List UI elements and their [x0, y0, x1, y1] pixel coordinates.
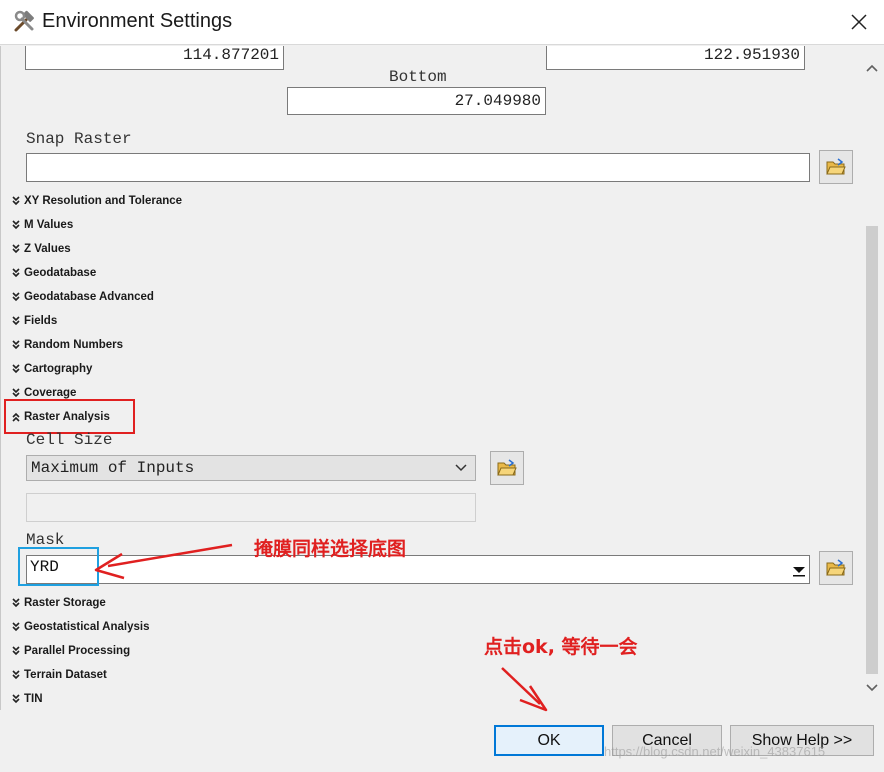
- extent-left-field[interactable]: 114.877201: [25, 46, 284, 70]
- section-tin[interactable]: TIN: [11, 689, 43, 709]
- section-label: Random Numbers: [24, 339, 124, 351]
- section-label: XY Resolution and Tolerance: [24, 195, 183, 207]
- cell-size-label: Cell Size: [26, 431, 113, 449]
- cell-size-value: Maximum of Inputs: [31, 459, 195, 477]
- section-label: Coverage: [24, 387, 77, 399]
- chevron-down-icon: [12, 694, 20, 704]
- snap-raster-label: Snap Raster: [26, 130, 132, 148]
- watermark: https://blog.csdn.net/weixin_43837615: [604, 744, 826, 759]
- section-geodatabase-advanced[interactable]: Geodatabase Advanced: [11, 287, 154, 307]
- hammer-wrench-icon: [14, 10, 34, 32]
- mask-annotation: 掩膜同样选择底图: [254, 538, 407, 560]
- section-label: Geodatabase: [24, 267, 97, 279]
- section-label: Fields: [24, 315, 58, 327]
- chevron-down-icon: [12, 598, 20, 608]
- ok-annotation: 点击ok, 等待一会: [484, 636, 638, 658]
- section-geostatistical-analysis[interactable]: Geostatistical Analysis: [11, 617, 150, 637]
- section-cartography[interactable]: Cartography: [11, 359, 92, 379]
- close-button[interactable]: [842, 6, 876, 38]
- title-bar: Environment Settings: [0, 0, 884, 45]
- bottom-label: Bottom: [389, 68, 447, 86]
- snap-raster-input[interactable]: [26, 153, 810, 182]
- chevron-down-icon: [12, 268, 20, 278]
- section-label: Raster Storage: [24, 597, 106, 609]
- chevron-down-icon: [12, 292, 20, 302]
- ok-button[interactable]: OK: [494, 725, 604, 756]
- mask-browse-button[interactable]: [819, 551, 853, 585]
- chevron-down-icon: [12, 388, 20, 398]
- window-title: Environment Settings: [42, 10, 233, 32]
- section-fields[interactable]: Fields: [11, 311, 57, 331]
- chevron-down-icon: [12, 316, 20, 326]
- section-raster-storage[interactable]: Raster Storage: [11, 593, 106, 613]
- raster-analysis-highlight: [4, 399, 135, 434]
- scroll-up-icon[interactable]: [865, 62, 879, 76]
- section-label: Z Values: [24, 243, 71, 255]
- section-label: TIN: [24, 693, 43, 705]
- open-folder-icon: [497, 459, 517, 476]
- section-label: Terrain Dataset: [24, 669, 107, 681]
- cell-size-browse-button[interactable]: [490, 451, 524, 485]
- chevron-down-icon: [12, 340, 20, 350]
- section-label: Cartography: [24, 363, 93, 375]
- chevron-down-icon: [12, 196, 20, 206]
- section-z-values[interactable]: Z Values: [11, 239, 71, 259]
- cell-size-disabled-field: [26, 493, 476, 522]
- chevron-down-icon: [12, 622, 20, 632]
- chevron-down-icon: [12, 364, 20, 374]
- section-label: Parallel Processing: [24, 645, 131, 657]
- extent-right-field[interactable]: 122.951930: [546, 46, 805, 70]
- open-folder-icon: [826, 158, 846, 175]
- section-random-numbers[interactable]: Random Numbers: [11, 335, 123, 355]
- dropdown-arrow-icon: [793, 567, 805, 577]
- scroll-thumb[interactable]: [866, 226, 878, 674]
- section-m-values[interactable]: M Values: [11, 215, 73, 235]
- section-label: M Values: [24, 219, 74, 231]
- extent-bottom-field[interactable]: 27.049980: [287, 87, 546, 115]
- open-folder-icon: [826, 559, 846, 576]
- close-icon: [851, 14, 867, 30]
- vertical-scrollbar[interactable]: [862, 58, 882, 698]
- cell-size-select[interactable]: Maximum of Inputs: [26, 455, 476, 481]
- chevron-down-icon: [12, 244, 20, 254]
- chevron-down-icon: [12, 220, 20, 230]
- chevron-down-icon: [12, 670, 20, 680]
- section-xy-resolution[interactable]: XY Resolution and Tolerance: [11, 191, 182, 211]
- mask-combobox[interactable]: YRD: [26, 555, 810, 584]
- scroll-down-icon[interactable]: [865, 680, 879, 694]
- section-parallel-processing[interactable]: Parallel Processing: [11, 641, 130, 661]
- chevron-down-icon: [455, 464, 467, 472]
- settings-panel: 114.877201 122.951930 Bottom 27.049980 S…: [0, 46, 866, 710]
- snap-raster-browse-button[interactable]: [819, 150, 853, 184]
- mask-highlight: [18, 547, 99, 586]
- section-terrain-dataset[interactable]: Terrain Dataset: [11, 665, 107, 685]
- section-geodatabase[interactable]: Geodatabase: [11, 263, 96, 283]
- section-label: Geostatistical Analysis: [24, 621, 150, 633]
- section-label: Geodatabase Advanced: [24, 291, 154, 303]
- chevron-down-icon: [12, 646, 20, 656]
